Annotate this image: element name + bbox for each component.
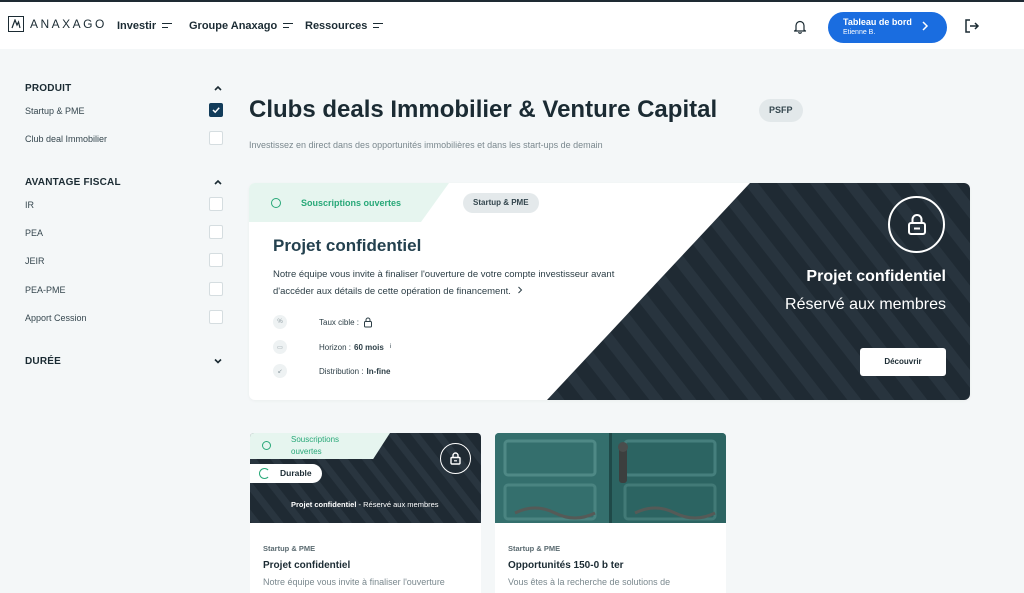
lock-icon <box>440 443 471 474</box>
confidential-title: Projet confidentiel <box>806 268 946 285</box>
nav-groupe-anaxago[interactable]: Groupe Anaxago <box>189 20 294 32</box>
filter-label-pea: PEA <box>25 228 44 238</box>
horizon-label: Horizon : <box>319 342 352 352</box>
logo-mark-icon <box>8 16 24 32</box>
percent-icon: % <box>273 315 287 329</box>
chevron-down-icon[interactable] <box>213 356 223 366</box>
durable-label: Durable <box>280 468 312 478</box>
featured-description: Notre équipe vous invite à finaliser l'o… <box>273 266 633 300</box>
filter-checkbox-ir[interactable] <box>209 197 223 211</box>
nav-investir[interactable]: Investir <box>117 20 173 32</box>
filter-checkbox-pea-pme[interactable] <box>209 282 223 296</box>
card-title: Opportunités 150-0 b ter <box>508 560 624 571</box>
status-line-1: Souscriptions <box>291 435 340 444</box>
leaf-icon <box>259 468 270 479</box>
clock-icon <box>271 198 281 208</box>
featured-title: Projet confidentiel <box>273 236 422 255</box>
filter-heading-duree: DURÉE <box>25 356 62 367</box>
filter-heading-avantage-fiscal: AVANTAGE FISCAL <box>25 177 121 188</box>
distribution-row: ↙ Distribution : In-fine <box>273 364 390 378</box>
page-subtitle: Investissez en direct dans des opportuni… <box>249 140 603 150</box>
distribution-value: In-fine <box>366 366 391 376</box>
card-caption: Projet confidentiel - Réservé aux membre… <box>291 500 439 509</box>
card-image: Souscriptions ouvertes Durable Projet co… <box>250 433 481 523</box>
chevron-right-icon <box>517 286 522 294</box>
caption-bold: Projet confidentiel <box>291 500 357 509</box>
chevron-up-icon[interactable] <box>213 83 223 93</box>
target-rate-label: Taux cible : <box>319 317 360 327</box>
featured-description-text: Notre équipe vous invite à finaliser l'o… <box>273 269 615 297</box>
dashboard-button[interactable]: Tableau de bord Etienne B. <box>828 12 947 43</box>
filter-label-ir: IR <box>25 200 34 210</box>
durable-badge: Durable <box>250 464 322 483</box>
filter-checkbox-club-deal-immobilier[interactable] <box>209 131 223 145</box>
caption-rest: - Réservé aux membres <box>356 500 439 509</box>
dashboard-button-user: Etienne B. <box>843 29 876 36</box>
project-card-150-0-b-ter[interactable]: Startup & PME Opportunités 150-0 b ter V… <box>495 433 726 593</box>
logo-text: ANAXAGO <box>30 17 107 31</box>
featured-project-card[interactable]: Souscriptions ouvertes Startup & PME Pro… <box>249 183 970 400</box>
lock-icon <box>364 317 373 327</box>
status-text: Souscriptions ouvertes <box>301 198 402 208</box>
filter-heading-produit: PRODUIT <box>25 83 72 94</box>
calendar-icon: ▭ <box>273 340 287 354</box>
filter-checkbox-pea[interactable] <box>209 225 223 239</box>
nav-groupe-label: Groupe Anaxago <box>189 20 278 32</box>
card-category: Startup & PME <box>508 544 561 553</box>
trend-icon: ↙ <box>273 364 287 378</box>
menu-icon <box>162 22 173 30</box>
notifications-bell-icon[interactable] <box>787 13 813 39</box>
category-tag: Startup & PME <box>463 193 539 213</box>
anaxago-logo[interactable]: ANAXAGO <box>8 16 107 32</box>
info-icon[interactable]: i <box>390 344 391 350</box>
status-text: Souscriptions ouvertes <box>291 434 339 458</box>
nav-ressources-label: Ressources <box>305 20 368 32</box>
filter-label-apport-cession: Apport Cession <box>25 313 87 323</box>
filter-checkbox-apport-cession[interactable] <box>209 310 223 324</box>
filter-label-startup-pme: Startup & PME <box>25 106 85 116</box>
members-only-subtitle: Réservé aux membres <box>785 296 946 313</box>
nav-investir-label: Investir <box>117 20 157 32</box>
filter-label-pea-pme: PEA-PME <box>25 285 66 295</box>
horizon-value: 60 mois <box>354 342 384 352</box>
nav-ressources[interactable]: Ressources <box>305 20 384 32</box>
checkmark-icon <box>212 107 220 114</box>
chevron-up-icon[interactable] <box>213 177 223 187</box>
lock-icon <box>888 196 945 253</box>
filter-checkbox-jeir[interactable] <box>209 253 223 267</box>
top-navigation-bar: ANAXAGO Investir Groupe Anaxago Ressourc… <box>0 0 1024 49</box>
status-line-2: ouvertes <box>291 447 322 456</box>
clock-icon <box>262 441 271 450</box>
target-rate-row: % Taux cible : <box>273 315 373 329</box>
psfp-badge: PSFP <box>759 99 803 122</box>
horizon-row: ▭ Horizon : 60 mois i <box>273 340 391 354</box>
discover-button[interactable]: Découvrir <box>860 348 946 376</box>
chevron-right-icon <box>922 21 929 31</box>
card-description: Notre équipe vous invite à finaliser l'o… <box>263 577 445 587</box>
logout-icon[interactable] <box>963 17 981 40</box>
menu-icon <box>283 22 294 30</box>
distribution-label: Distribution : <box>319 366 364 376</box>
card-category: Startup & PME <box>263 544 316 553</box>
green-door-photo <box>495 433 726 523</box>
card-description: Vous êtes à la recherche de solutions de <box>508 577 671 587</box>
card-title: Projet confidentiel <box>263 560 351 571</box>
card-image-green-door <box>495 433 726 523</box>
menu-icon <box>373 22 384 30</box>
filter-label-club-deal-immobilier: Club deal Immobilier <box>25 134 108 144</box>
filter-checkbox-startup-pme[interactable] <box>209 103 223 117</box>
page-title: Clubs deals Immobilier & Venture Capital <box>249 96 718 123</box>
filter-label-jeir: JEIR <box>25 256 45 266</box>
dashboard-button-title: Tableau de bord <box>843 17 912 27</box>
project-card-confidential[interactable]: Souscriptions ouvertes Durable Projet co… <box>250 433 481 593</box>
